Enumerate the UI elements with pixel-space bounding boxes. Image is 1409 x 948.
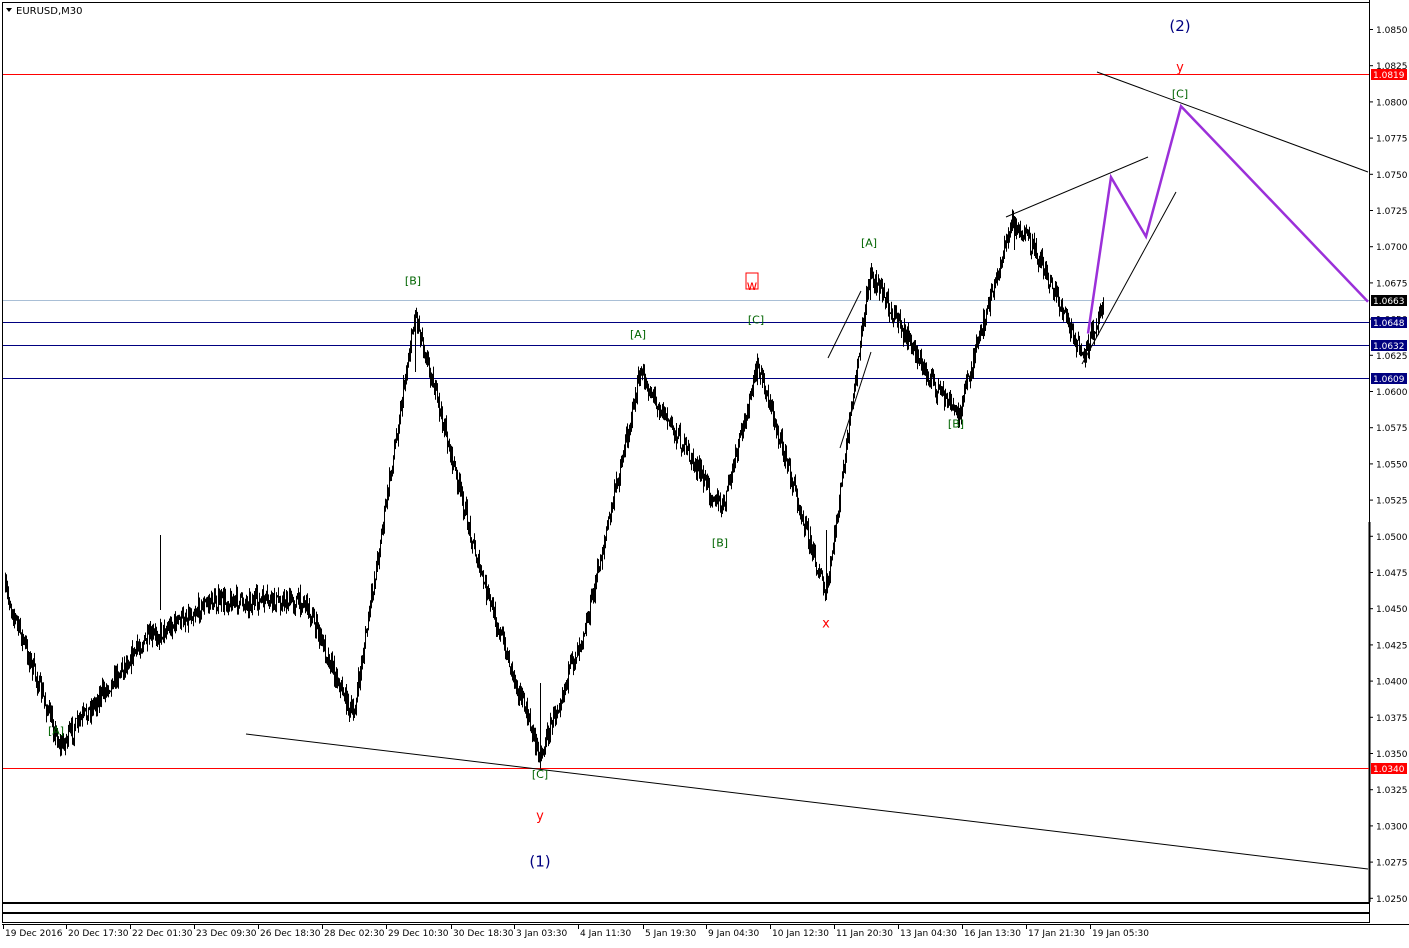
wave-label: w — [747, 279, 758, 294]
wave-projection-line — [1086, 103, 1369, 334]
price-bars — [5, 209, 1104, 769]
y-tick-label: 1.0325 — [1376, 786, 1408, 796]
y-tick-label: 1.0525 — [1376, 497, 1408, 507]
wave-label: [B] — [712, 536, 728, 549]
y-tick-label: 1.0450 — [1376, 605, 1408, 615]
wave-label: [A] — [630, 328, 646, 341]
price-level-tag-text: 1.0663 — [1373, 297, 1405, 307]
x-tick-label: 11 Jan 20:30 — [836, 929, 893, 939]
wave-label: (1) — [529, 852, 550, 870]
price-level-tag-text: 1.0609 — [1373, 375, 1405, 385]
x-tick-label: 30 Dec 18:30 — [453, 929, 514, 939]
y-tick-label: 1.0375 — [1376, 714, 1408, 724]
x-tick-label: 3 Jan 03:30 — [516, 929, 568, 939]
trendline — [827, 290, 862, 359]
scrollbar-lower — [2, 913, 1370, 923]
y-tick-label: 1.0850 — [1376, 26, 1408, 36]
price-level-tag-text: 1.0819 — [1373, 71, 1405, 81]
trendline — [839, 351, 872, 449]
x-tick-label: 10 Jan 12:30 — [772, 929, 829, 939]
y-tick-label: 1.0700 — [1376, 243, 1408, 253]
wave-label: [C] — [748, 313, 764, 326]
y-tick-label: 1.0475 — [1376, 569, 1408, 579]
y-tick-label: 1.0600 — [1376, 388, 1408, 398]
y-tick-label: 1.0725 — [1376, 207, 1408, 217]
price-level-tag-text: 1.0340 — [1373, 765, 1405, 775]
x-tick-label: 5 Jan 19:30 — [645, 929, 697, 939]
chart-menu-triangle-icon[interactable] — [6, 8, 12, 12]
price-level-tag-text: 1.0648 — [1373, 319, 1405, 329]
x-tick-label: 23 Dec 09:30 — [196, 929, 257, 939]
x-tick-label: 29 Dec 10:30 — [388, 929, 449, 939]
wave-label: [B] — [948, 418, 964, 431]
wave-label: y — [536, 809, 544, 824]
y-tick-label: 1.0425 — [1376, 641, 1408, 651]
y-tick-label: 1.0625 — [1376, 352, 1408, 362]
y-tick-label: 1.0500 — [1376, 533, 1408, 543]
x-tick-label: 20 Dec 17:30 — [68, 929, 129, 939]
wave-label: [C] — [532, 768, 548, 781]
wave-label: (2) — [1169, 17, 1190, 35]
y-tick-label: 1.0300 — [1376, 822, 1408, 832]
eurusd-chart: EURUSD,M30 1.0850 1.0825 1.0800 1.0775 1.0750… — [0, 0, 1409, 944]
y-tick-label: 1.0275 — [1376, 859, 1408, 869]
x-tick-label: 22 Dec 01:30 — [132, 929, 193, 939]
trendline — [245, 733, 1369, 870]
y-tick-label: 1.0250 — [1376, 895, 1408, 905]
trendline — [1005, 156, 1149, 218]
x-tick-label: 16 Jan 13:30 — [964, 929, 1021, 939]
y-tick-label: 1.0800 — [1376, 98, 1408, 108]
x-tick-label: 4 Jan 11:30 — [580, 929, 632, 939]
x-tick-label: 28 Dec 02:30 — [324, 929, 385, 939]
wave-label: [A] — [861, 237, 877, 250]
y-tick-label: 1.0575 — [1376, 424, 1408, 434]
trendline — [1096, 71, 1369, 173]
y-tick-label: 1.0550 — [1376, 460, 1408, 470]
y-tick-label: 1.0775 — [1376, 135, 1408, 145]
wave-label: y — [1176, 60, 1184, 75]
x-tick-label: 26 Dec 18:30 — [260, 929, 321, 939]
scrollbar-track[interactable] — [2, 903, 1370, 913]
chart-svg: EURUSD,M301.08501.08251.08001.07751.0750… — [2, 0, 1409, 939]
x-tick-label: 13 Jan 04:30 — [900, 929, 957, 939]
wave-label: [C] — [1172, 88, 1188, 101]
y-tick-label: 1.0400 — [1376, 678, 1408, 688]
y-tick-label: 1.0350 — [1376, 750, 1408, 760]
x-tick-label: 17 Jan 21:30 — [1028, 929, 1085, 939]
chart-title: EURUSD,M30 — [16, 6, 82, 17]
x-tick-label: 19 Jan 05:30 — [1092, 929, 1149, 939]
wave-label: x — [822, 617, 830, 632]
wave-label: [B] — [405, 274, 421, 287]
price-level-tag-text: 1.0632 — [1373, 342, 1405, 352]
x-tick-label: 9 Jan 04:30 — [708, 929, 760, 939]
x-tick-label: 19 Dec 2016 — [5, 929, 63, 939]
wave-label: [A] — [48, 725, 64, 738]
y-tick-label: 1.0750 — [1376, 171, 1408, 181]
y-tick-label: 1.0675 — [1376, 279, 1408, 289]
